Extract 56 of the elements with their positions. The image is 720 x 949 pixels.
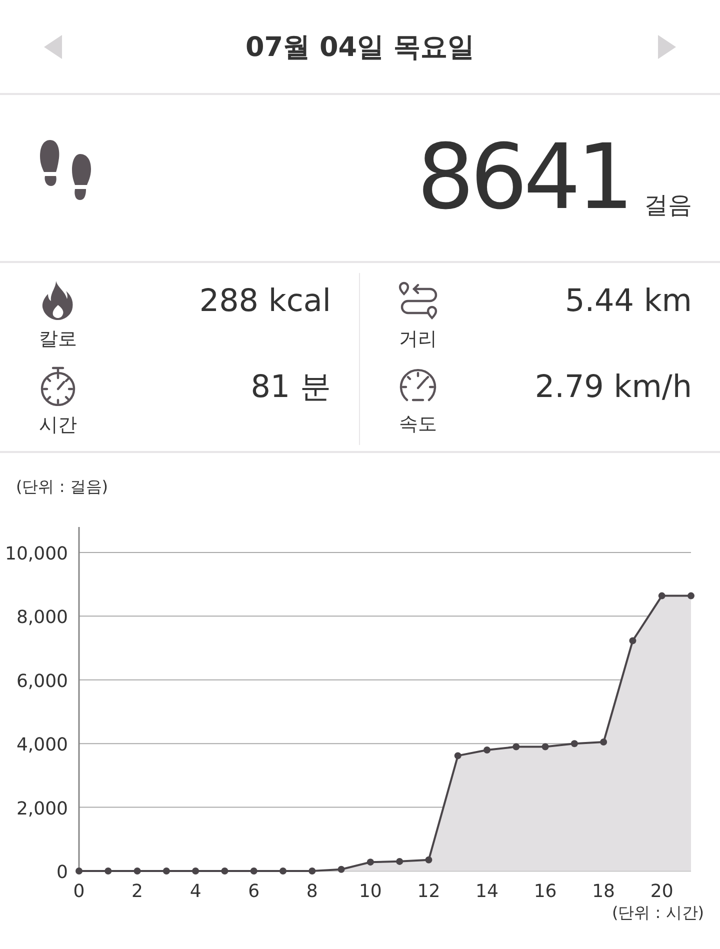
x-tick-label: 2 — [132, 881, 143, 902]
stat-value: 81 분 — [250, 368, 331, 407]
data-point — [629, 637, 636, 644]
left-triangle-icon — [43, 34, 63, 60]
data-point — [484, 746, 490, 754]
x-tick-label: 12 — [417, 881, 440, 902]
data-point — [425, 856, 432, 864]
x-tick-label: 20 — [650, 881, 674, 902]
step-unit: 걸음 — [644, 190, 692, 221]
x-tick-label: 8 — [306, 881, 318, 902]
stat-label: 거리 — [399, 327, 437, 352]
x-axis-unit-label: (단위 : 시간) — [612, 903, 704, 924]
data-point — [366, 858, 374, 866]
data-point — [104, 868, 112, 874]
x-tick-label: 14 — [476, 881, 498, 902]
data-point — [542, 743, 549, 750]
step-count: 8641 — [416, 133, 630, 223]
stat-value: 288 kcal — [198, 283, 331, 319]
x-tick-label: 6 — [248, 881, 260, 902]
data-point — [76, 868, 82, 874]
data-point — [570, 740, 578, 748]
data-point — [454, 752, 462, 760]
y-axis-unit-label: (단위 : 걸음) — [16, 477, 108, 498]
stat-value: 2.79 km/h — [534, 369, 692, 405]
data-point — [512, 743, 520, 750]
route-icon — [398, 280, 438, 320]
x-tick-label: 18 — [592, 881, 616, 902]
data-point — [396, 858, 404, 865]
data-point — [658, 592, 666, 600]
y-tick-label: 2,000 — [16, 798, 68, 820]
data-point — [192, 868, 200, 874]
stat-label: 칼로 — [39, 327, 77, 352]
y-tick-label: 10,000 — [5, 543, 68, 564]
right-triangle-icon — [656, 34, 677, 60]
stat-label: 시간 — [39, 413, 77, 438]
y-tick-label: 4,000 — [16, 734, 68, 756]
y-tick-label: 8,000 — [16, 607, 68, 628]
y-tick-label: 0 — [56, 862, 68, 883]
data-point — [250, 868, 258, 874]
stat-value: 5.44 km — [564, 283, 692, 319]
x-tick-label: 0 — [73, 881, 85, 902]
x-tick-label: 10 — [358, 881, 382, 902]
y-tick-label: 6,000 — [16, 670, 68, 692]
data-point — [308, 868, 316, 874]
stopwatch-icon — [39, 366, 77, 406]
data-point — [162, 868, 170, 874]
x-tick-label: 4 — [190, 881, 202, 902]
data-point — [280, 868, 286, 874]
data-point — [221, 868, 228, 874]
data-point — [688, 592, 694, 600]
data-point — [134, 868, 141, 874]
stat-label: 속도 — [399, 412, 437, 437]
date-title: 07월 04일 목요일 — [246, 30, 474, 64]
x-tick-label: 16 — [534, 881, 557, 902]
data-point — [600, 738, 608, 746]
data-point — [338, 866, 345, 873]
